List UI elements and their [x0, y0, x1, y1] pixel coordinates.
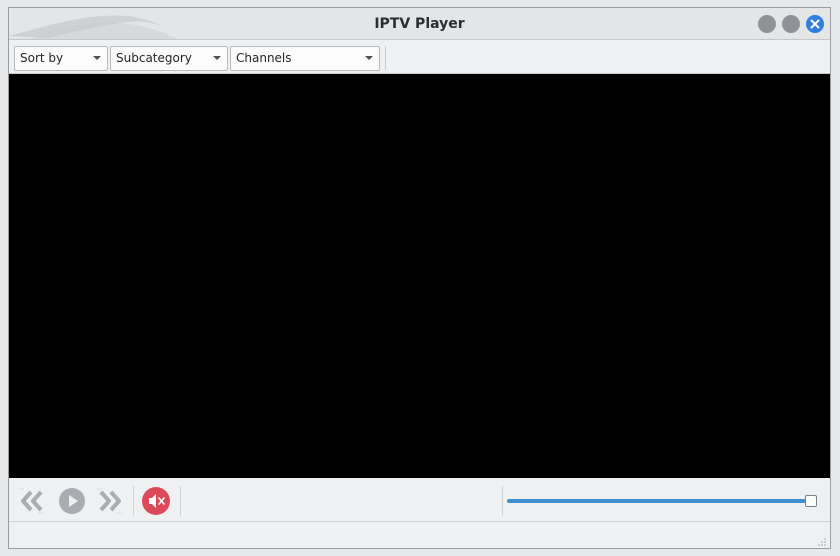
sort-by-dropdown[interactable]: Sort by	[14, 46, 108, 71]
toolbar-separator	[385, 46, 386, 70]
maximize-button[interactable]	[782, 15, 800, 33]
speaker-muted-icon	[149, 494, 165, 508]
minimize-button[interactable]	[758, 15, 776, 33]
sort-by-label: Sort by	[20, 51, 64, 65]
status-bar	[9, 522, 830, 548]
playback-controls	[9, 478, 830, 522]
desktop: IPTV Player Sort by Subcategory Channels	[0, 0, 840, 556]
chevron-down-icon	[93, 56, 101, 60]
controls-separator	[502, 486, 503, 516]
controls-separator	[180, 486, 181, 516]
app-window: IPTV Player Sort by Subcategory Channels	[8, 7, 831, 549]
filter-toolbar: Sort by Subcategory Channels	[9, 40, 830, 74]
channels-label: Channels	[236, 51, 292, 65]
mute-button[interactable]	[142, 487, 170, 515]
channels-dropdown[interactable]: Channels	[230, 46, 380, 71]
title-bar[interactable]: IPTV Player	[9, 8, 830, 40]
subcategory-dropdown[interactable]: Subcategory	[110, 46, 228, 71]
close-button[interactable]	[806, 15, 824, 33]
video-display[interactable]	[9, 74, 830, 478]
volume-slider-track[interactable]	[507, 499, 811, 503]
subcategory-label: Subcategory	[116, 51, 192, 65]
chevron-down-icon	[213, 56, 221, 60]
controls-separator	[133, 486, 134, 516]
window-title: IPTV Player	[374, 16, 465, 32]
volume-slider-handle[interactable]	[805, 495, 817, 507]
close-icon	[810, 19, 820, 29]
chevron-down-icon	[365, 56, 373, 60]
play-icon[interactable]	[57, 486, 87, 516]
double-chevron-left-icon[interactable]	[17, 486, 47, 516]
resize-grip-icon[interactable]	[817, 537, 827, 547]
double-chevron-right-icon[interactable]	[95, 486, 125, 516]
